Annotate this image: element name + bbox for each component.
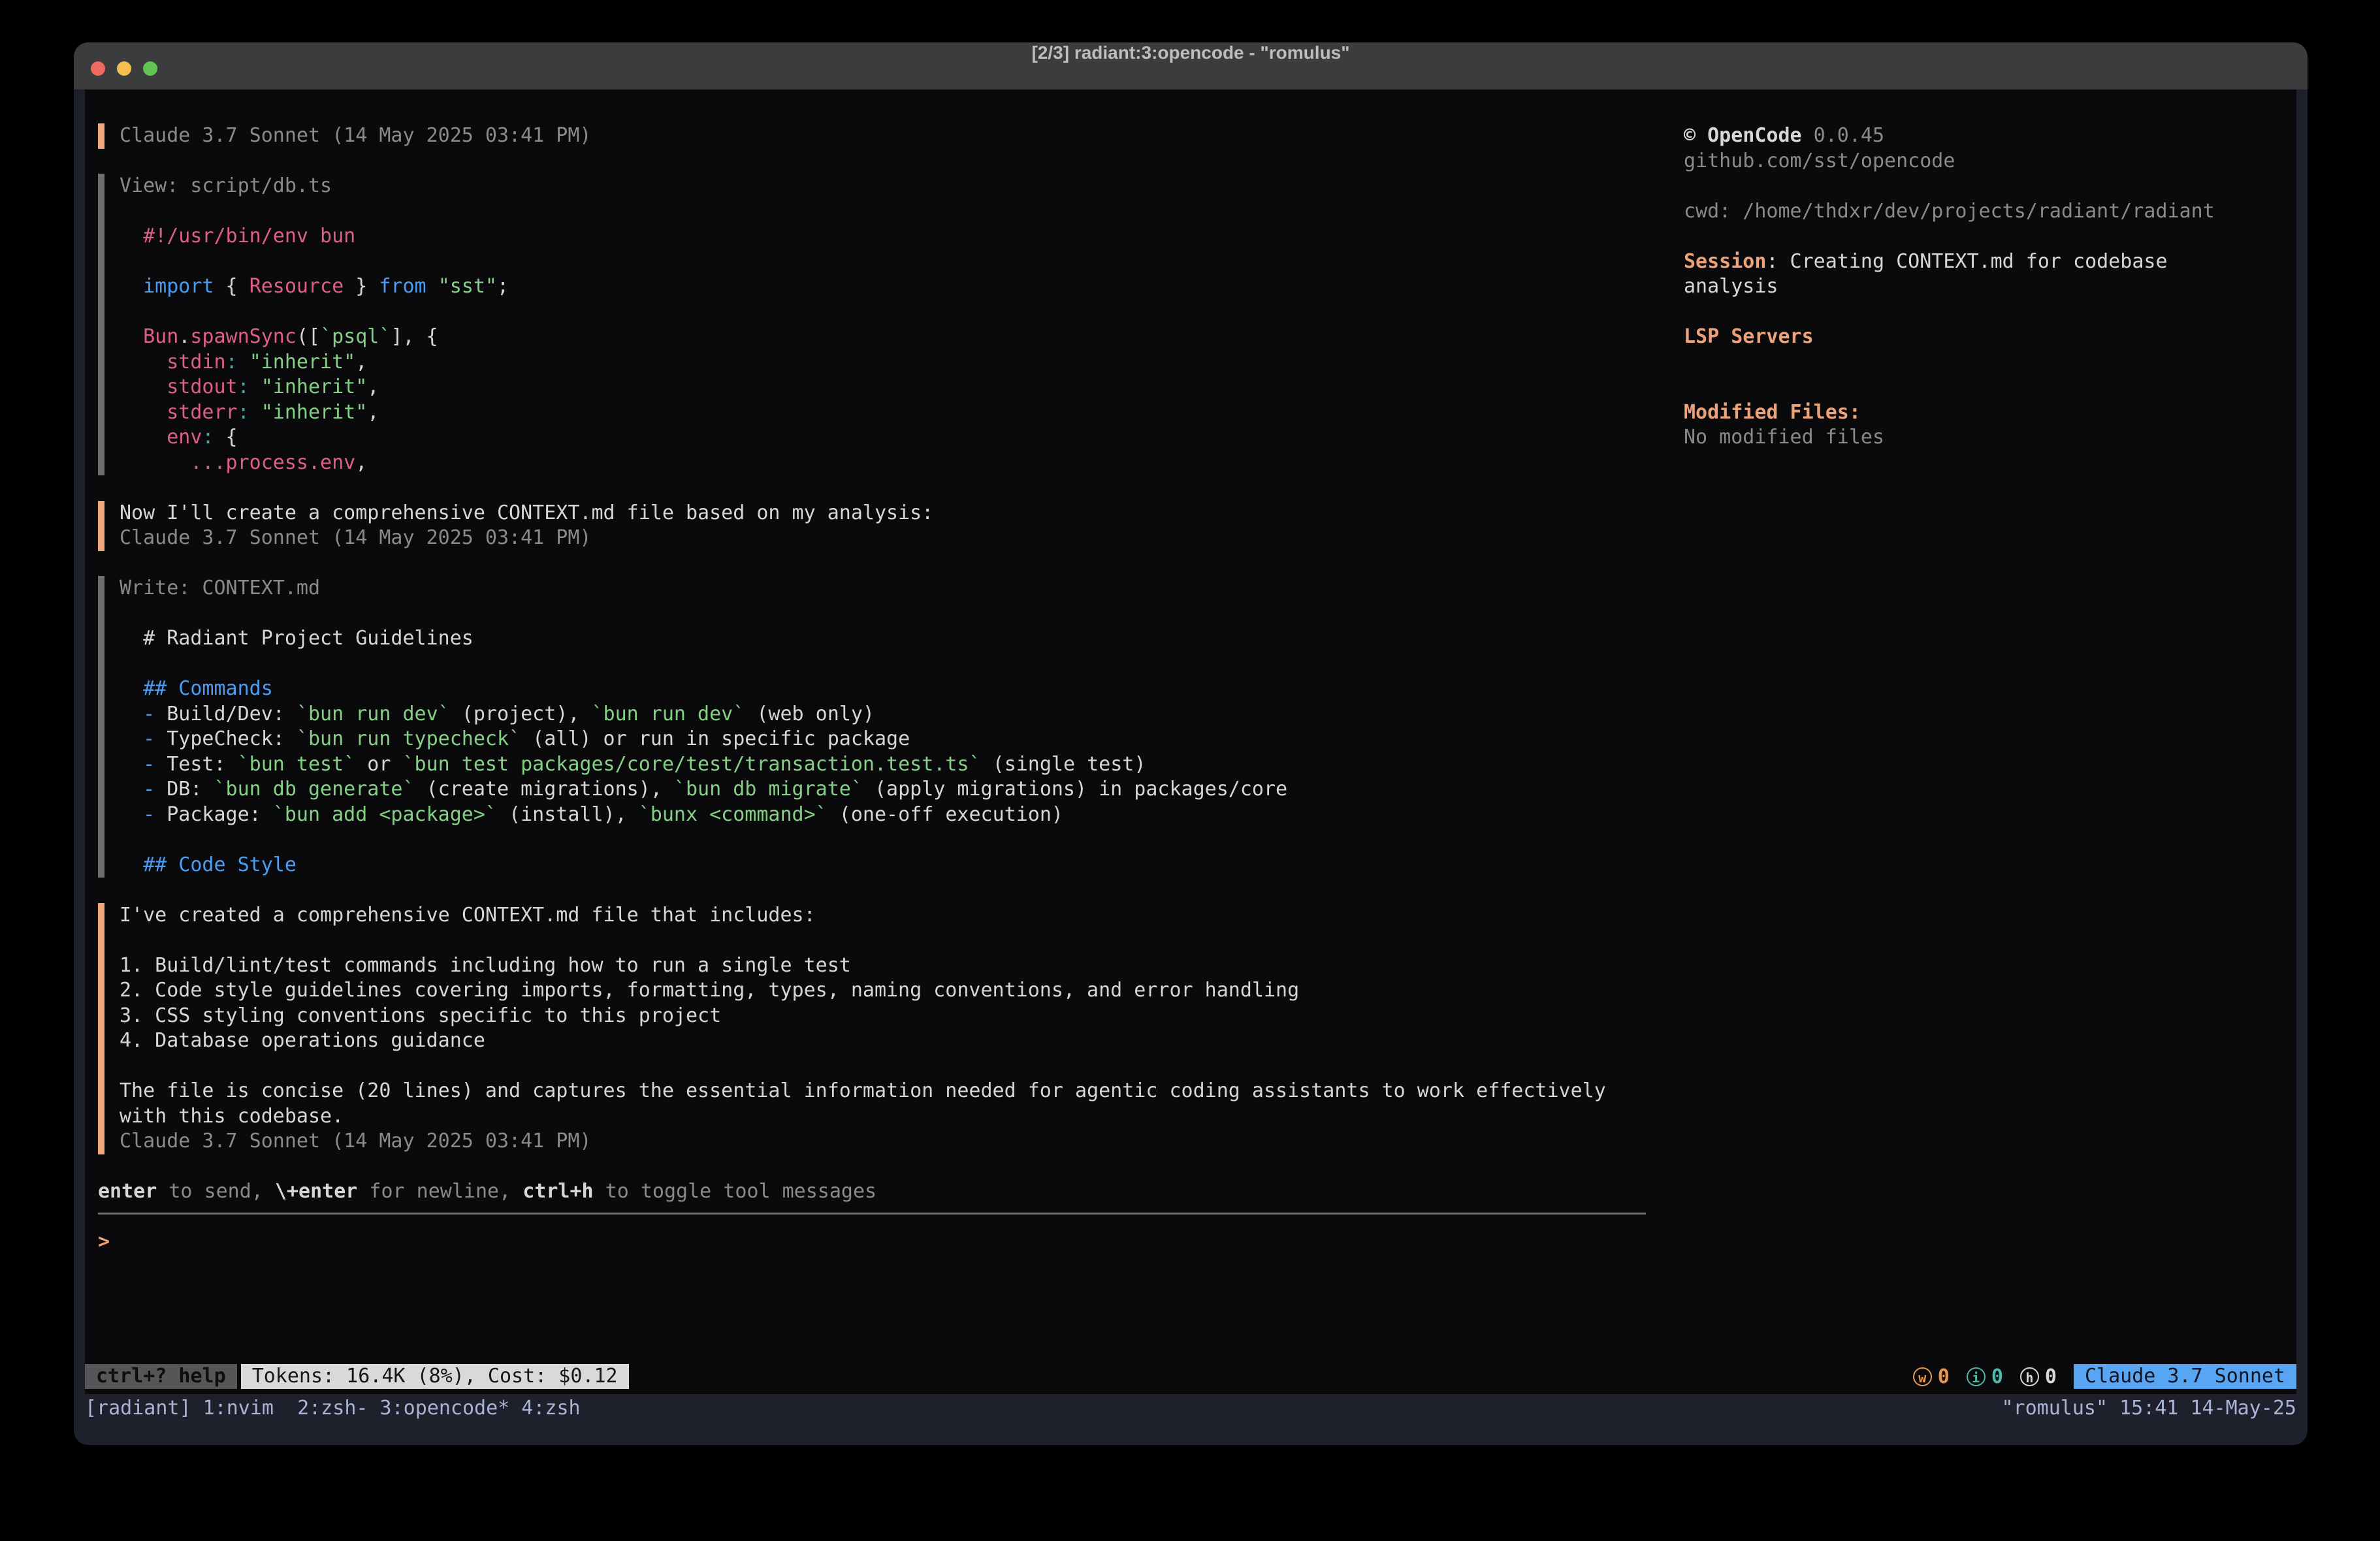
chat-column: Claude 3.7 Sonnet (14 May 2025 03:41 PM)…	[98, 123, 1646, 1372]
terminal-line: - Build/Dev: `bun run dev` (project), `b…	[120, 702, 1646, 727]
terminal-pane: Claude 3.7 Sonnet (14 May 2025 03:41 PM)…	[85, 89, 2296, 1394]
terminal-line	[1684, 350, 2291, 375]
terminal-line: View: script/db.ts	[120, 174, 1646, 199]
message-block: Now I'll create a comprehensive CONTEXT.…	[98, 501, 1646, 551]
terminal-line: © OpenCode 0.0.45	[1684, 123, 2291, 149]
chat-transcript: Claude 3.7 Sonnet (14 May 2025 03:41 PM)…	[98, 123, 1646, 1154]
terminal-line	[1684, 224, 2291, 249]
terminal-line: Modified Files:	[1684, 400, 2291, 426]
input-divider	[98, 1213, 1646, 1215]
message-input-space[interactable]	[98, 1254, 1646, 1372]
h-diagnostic-icon: h0	[2020, 1365, 2057, 1388]
terminal-line: No modified files	[1684, 425, 2291, 451]
terminal-line	[120, 300, 1646, 325]
tokens-cost-chip: Tokens: 16.4K (8%), Cost: $0.12	[241, 1364, 629, 1389]
message-input[interactable]: >	[98, 1230, 1646, 1373]
terminal-line: Now I'll create a comprehensive CONTEXT.…	[120, 501, 1646, 526]
terminal-line: 3. CSS styling conventions specific to t…	[120, 1004, 1646, 1029]
terminal-line	[120, 601, 1646, 627]
input-area: enter to send, \+enter for newline, ctrl…	[98, 1179, 1646, 1372]
terminal-line: with this codebase.	[120, 1104, 1646, 1130]
terminal-line	[1684, 375, 2291, 400]
tool-block: Write: CONTEXT.md # Radiant Project Guid…	[98, 576, 1646, 878]
tool-block: View: script/db.ts #!/usr/bin/env bun im…	[98, 174, 1646, 475]
terminal-line: - TypeCheck: `bun run typecheck` (all) o…	[120, 727, 1646, 752]
terminal-line: Claude 3.7 Sonnet (14 May 2025 03:41 PM)	[120, 1129, 1646, 1154]
message-block: Claude 3.7 Sonnet (14 May 2025 03:41 PM)	[98, 123, 1646, 149]
terminal-line	[120, 249, 1646, 275]
terminal-line: - Test: `bun test` or `bun test packages…	[120, 752, 1646, 778]
terminal-line	[1684, 300, 2291, 325]
terminal-line	[1684, 174, 2291, 199]
terminal-line	[120, 928, 1646, 953]
terminal-line	[120, 827, 1646, 853]
terminal-line: 2. Code style guidelines covering import…	[120, 978, 1646, 1004]
terminal-line: # Radiant Project Guidelines	[120, 626, 1646, 652]
terminal-line: github.com/sst/opencode	[1684, 149, 2291, 174]
keybinding-help: enter to send, \+enter for newline, ctrl…	[98, 1179, 1646, 1205]
terminal-line: Claude 3.7 Sonnet (14 May 2025 03:41 PM)	[120, 526, 1646, 551]
terminal-line: Bun.spawnSync([`psql`], {	[120, 325, 1646, 350]
terminal-line	[120, 1054, 1646, 1079]
terminal-line: stdout: "inherit",	[120, 375, 1646, 400]
terminal-line: - Package: `bun add <package>` (install)…	[120, 802, 1646, 828]
close-button[interactable]	[91, 61, 105, 76]
terminal-line: Claude 3.7 Sonnet (14 May 2025 03:41 PM)	[120, 123, 1646, 149]
prompt-marker: >	[98, 1230, 1646, 1255]
diagnostic-indicators: w0 i0 h0	[1913, 1365, 2074, 1388]
terminal-line: 4. Database operations guidance	[120, 1028, 1646, 1054]
window-title: [2/3] radiant:3:opencode - "romulus"	[204, 42, 2177, 89]
terminal-line: cwd: /home/thdxr/dev/projects/radiant/ra…	[1684, 199, 2291, 225]
terminal-line: I've created a comprehensive CONTEXT.md …	[120, 903, 1646, 929]
tmux-statusbar: [radiant] 1:nvim 2:zsh- 3:opencode* 4:zs…	[85, 1395, 2296, 1420]
tmux-window-list[interactable]: [radiant] 1:nvim 2:zsh- 3:opencode* 4:zs…	[85, 1397, 581, 1420]
terminal-line	[120, 199, 1646, 225]
terminal-line: env: {	[120, 425, 1646, 451]
terminal-line: LSP Servers	[1684, 325, 2291, 350]
opencode-sidebar: © OpenCode 0.0.45github.com/sst/opencode…	[1684, 123, 2291, 451]
terminal-line: 1. Build/lint/test commands including ho…	[120, 953, 1646, 979]
terminal-line	[120, 652, 1646, 677]
terminal-line: stdin: "inherit",	[120, 350, 1646, 375]
terminal-line: ## Code Style	[120, 853, 1646, 878]
terminal-line: ## Commands	[120, 676, 1646, 702]
w-diagnostic-icon: w0	[1913, 1365, 1950, 1388]
minimize-button[interactable]	[117, 61, 131, 76]
message-block: I've created a comprehensive CONTEXT.md …	[98, 903, 1646, 1154]
model-badge: Claude 3.7 Sonnet	[2074, 1364, 2296, 1389]
tmux-session-clock: "romulus" 15:41 14-May-25	[2001, 1397, 2296, 1420]
terminal-line: Write: CONTEXT.md	[120, 576, 1646, 601]
window-titlebar: [2/3] radiant:3:opencode - "romulus"	[74, 42, 2308, 89]
terminal-line: ...process.env,	[120, 451, 1646, 476]
terminal-line: Session: Creating CONTEXT.md for codebas…	[1684, 249, 2291, 275]
terminal-line: The file is concise (20 lines) and captu…	[120, 1079, 1646, 1104]
terminal-line: stderr: "inherit",	[120, 400, 1646, 426]
terminal-line: analysis	[1684, 274, 2291, 300]
terminal-line: #!/usr/bin/env bun	[120, 224, 1646, 249]
i-diagnostic-icon: i0	[1967, 1365, 2003, 1388]
terminal-line: import { Resource } from "sst";	[120, 274, 1646, 300]
terminal-line: - DB: `bun db generate` (create migratio…	[120, 777, 1646, 802]
help-shortcut-chip: ctrl+? help	[85, 1364, 237, 1389]
zoom-button[interactable]	[143, 61, 157, 76]
opencode-statusbar: ctrl+? help Tokens: 16.4K (8%), Cost: $0…	[85, 1364, 2296, 1389]
macos-window: [2/3] radiant:3:opencode - "romulus" Cla…	[74, 42, 2308, 1445]
